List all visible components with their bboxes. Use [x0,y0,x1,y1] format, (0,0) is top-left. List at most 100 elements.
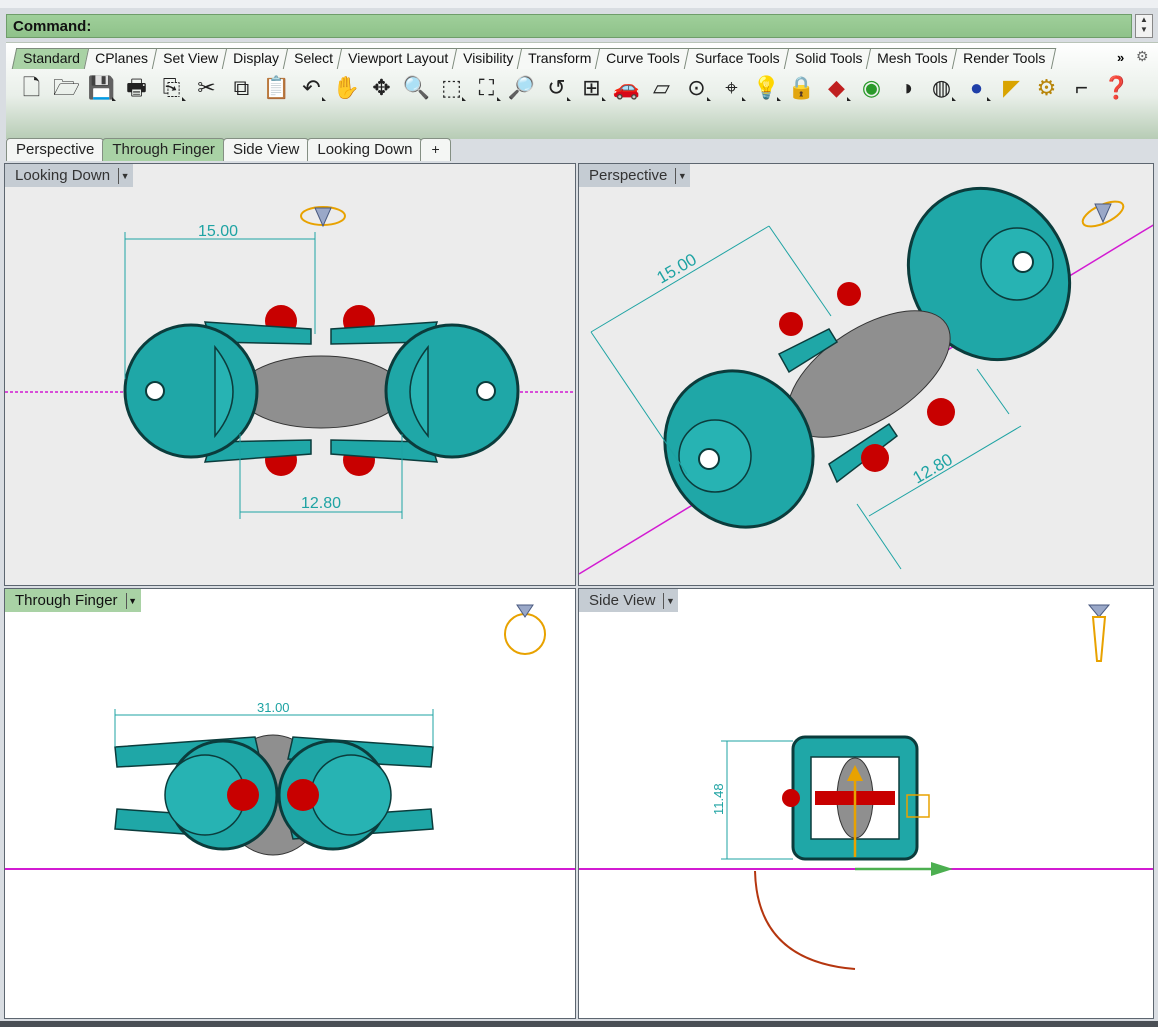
viewport-perspective[interactable]: 15.00 12.80 Perspective ▼ [578,163,1154,586]
viewport-through-finger[interactable]: 31.00 Through Finger ▼ [4,588,576,1019]
gem-sphere [927,398,955,426]
tab-solid-tools[interactable]: Solid Tools [783,48,874,69]
dimension-extension [768,225,832,317]
more-tabs-button[interactable]: » [1117,50,1124,65]
render-sphere-icon[interactable]: ● [961,74,992,102]
zoom-icon[interactable]: 🔍 [401,74,432,102]
cut-icon[interactable]: ✂ [191,74,222,102]
tab-curve-tools[interactable]: Curve Tools [595,48,692,69]
shaded-sphere-icon[interactable]: ◑ [891,74,922,102]
print-icon[interactable]: 🖶 [121,74,152,102]
left-link-ring [123,323,259,459]
page-setup-icon[interactable]: ⎘ [156,74,187,102]
rotate-view-icon[interactable]: ✥ [366,74,397,102]
settings-gear-icon[interactable]: ⚙ [1031,74,1062,102]
rendered-sphere-icon[interactable]: ◍ [926,74,957,102]
viewport-title-side-view[interactable]: Side View ▼ [579,589,679,612]
tab-label: Curve Tools [606,50,681,66]
viewport-tab-looking-down[interactable]: Looking Down [307,138,423,161]
viewport-title-text: Looking Down [15,167,111,184]
toolbar-options-icon[interactable]: ⚙ [1136,48,1149,65]
viewport-side-view[interactable]: 11.48 Side View ▼ [578,588,1154,1019]
paste-icon[interactable]: 📋 [261,74,292,102]
layer-icon[interactable]: ◆ [821,74,852,102]
add-viewport-tab-button[interactable]: + [420,138,451,161]
open-folder-icon[interactable]: 🗁 [51,74,82,102]
tab-set-view[interactable]: Set View [151,48,229,69]
save-icon[interactable]: 💾 [86,74,117,102]
command-scroll-spinner[interactable]: ▲ ▼ [1135,14,1153,38]
gumball-rotate-arc[interactable] [754,870,856,970]
tab-render-tools[interactable]: Render Tools [951,48,1057,69]
tab-label: Render Tools [962,50,1045,66]
viewport-title-looking-down[interactable]: Looking Down ▼ [5,164,134,187]
dimension-label: 15.00 [654,250,700,288]
gem-sphere [227,779,259,811]
tab-visibility[interactable]: Visibility [451,48,525,69]
link-facet [310,754,392,836]
car-view-icon[interactable]: 🚗 [611,74,642,102]
lock-icon[interactable]: 🔒 [786,74,817,102]
viewport-layout-icon[interactable]: ⊞ [576,74,607,102]
tab-display[interactable]: Display [221,48,290,69]
tab-label: Surface Tools [695,50,780,66]
tab-mesh-tools[interactable]: Mesh Tools [865,48,959,69]
gumball-x-arrow[interactable] [931,862,953,876]
perspective-scene: 15.00 12.80 [579,186,1153,575]
viewport-title-text: Perspective [589,167,668,184]
viewport-tab-strip: Perspective Through Finger Side View Loo… [6,138,451,161]
link-hole [698,448,720,470]
tab-label: Viewport Layout [347,50,448,66]
dimension-icon[interactable]: ⌐ [1066,74,1097,102]
spotlight-icon[interactable]: ◤ [996,74,1027,102]
viewport-menu-dropdown-icon[interactable]: ▼ [663,592,676,609]
undo-view-icon[interactable]: ↺ [541,74,572,102]
gem-sphere [782,789,800,807]
command-bar[interactable]: Command: [6,14,1132,38]
tab-viewport-layout[interactable]: Viewport Layout [336,48,459,69]
viewport-tab-perspective[interactable]: Perspective [6,138,105,161]
select-icon[interactable]: ⌖ [716,74,747,102]
tab-label: Solid Tools [794,50,863,66]
right-link-ring [384,323,520,459]
viewport-title-through-finger[interactable]: Through Finger ▼ [5,589,141,612]
undo-icon[interactable]: ↶ [296,74,327,102]
toolbar-tab-strip: Standard CPlanes Set View Display Select… [11,48,1057,69]
dimension-label: 15.00 [198,223,238,240]
copy-icon[interactable]: ⧉ [226,74,257,102]
tab-label: CPlanes [94,50,148,66]
zoom-selected-icon[interactable]: 🔎 [506,74,537,102]
viewport-menu-dropdown-icon[interactable]: ▼ [125,592,139,609]
tab-label: Display [232,50,279,66]
viewport-tab-side-view[interactable]: Side View [222,138,310,161]
zoom-window-icon[interactable]: ⬚ [436,74,467,102]
tab-surface-tools[interactable]: Surface Tools [683,48,791,69]
new-file-icon[interactable]: 🗋 [16,74,47,102]
point-osnap-icon[interactable]: ⊙ [681,74,712,102]
tab-cplanes[interactable]: CPlanes [83,48,159,69]
link-hole [145,381,165,401]
viewport-tab-through-finger[interactable]: Through Finger [102,138,225,161]
tab-standard[interactable]: Standard [11,48,92,69]
viewport-menu-dropdown-icon[interactable]: ▼ [118,167,131,184]
viewport-looking-down[interactable]: 15.00 12.80 Looking Down ▼ [4,163,576,586]
cplane-icon[interactable]: ▱ [646,74,677,102]
tab-label: Set View [162,50,218,66]
through-finger-scene: 31.00 [5,604,575,870]
tab-label: Visibility [462,50,514,66]
pan-hand-icon[interactable]: ✋ [331,74,362,102]
tab-transform[interactable]: Transform [516,48,603,69]
ring-front-icon [504,613,546,655]
window-top-strip [0,0,1158,8]
zoom-extents-icon[interactable]: ⛶ [471,74,502,102]
gem-sphere [837,282,861,306]
viewport-title-perspective[interactable]: Perspective ▼ [579,164,691,187]
dimension-label: 11.48 [711,783,726,815]
help-icon[interactable]: ❓ [1101,74,1132,102]
light-bulb-icon[interactable]: 💡 [751,74,782,102]
looking-down-scene: 15.00 12.80 [5,206,575,519]
dimension-extension [856,503,902,570]
color-wheel-icon[interactable]: ◉ [856,74,887,102]
viewport-menu-dropdown-icon[interactable]: ▼ [675,167,688,184]
tab-select[interactable]: Select [282,48,344,69]
